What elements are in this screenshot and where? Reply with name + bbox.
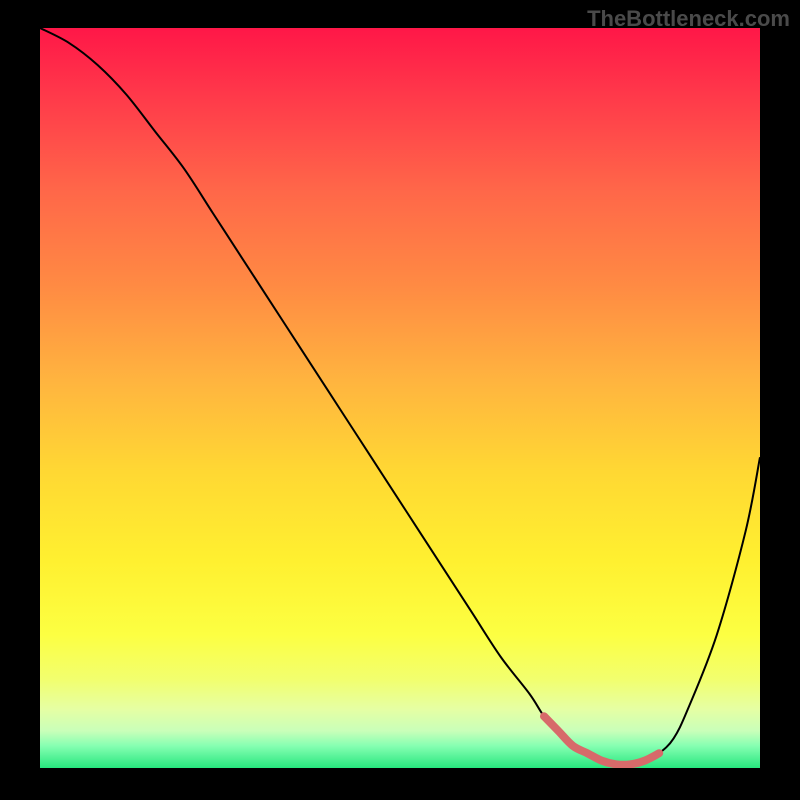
chart-container: TheBottleneck.com [0,0,800,800]
curve-layer [40,28,760,768]
bottleneck-curve [40,28,760,765]
optimal-range-highlight [544,716,659,765]
watermark-text: TheBottleneck.com [587,6,790,32]
plot-area [40,28,760,768]
